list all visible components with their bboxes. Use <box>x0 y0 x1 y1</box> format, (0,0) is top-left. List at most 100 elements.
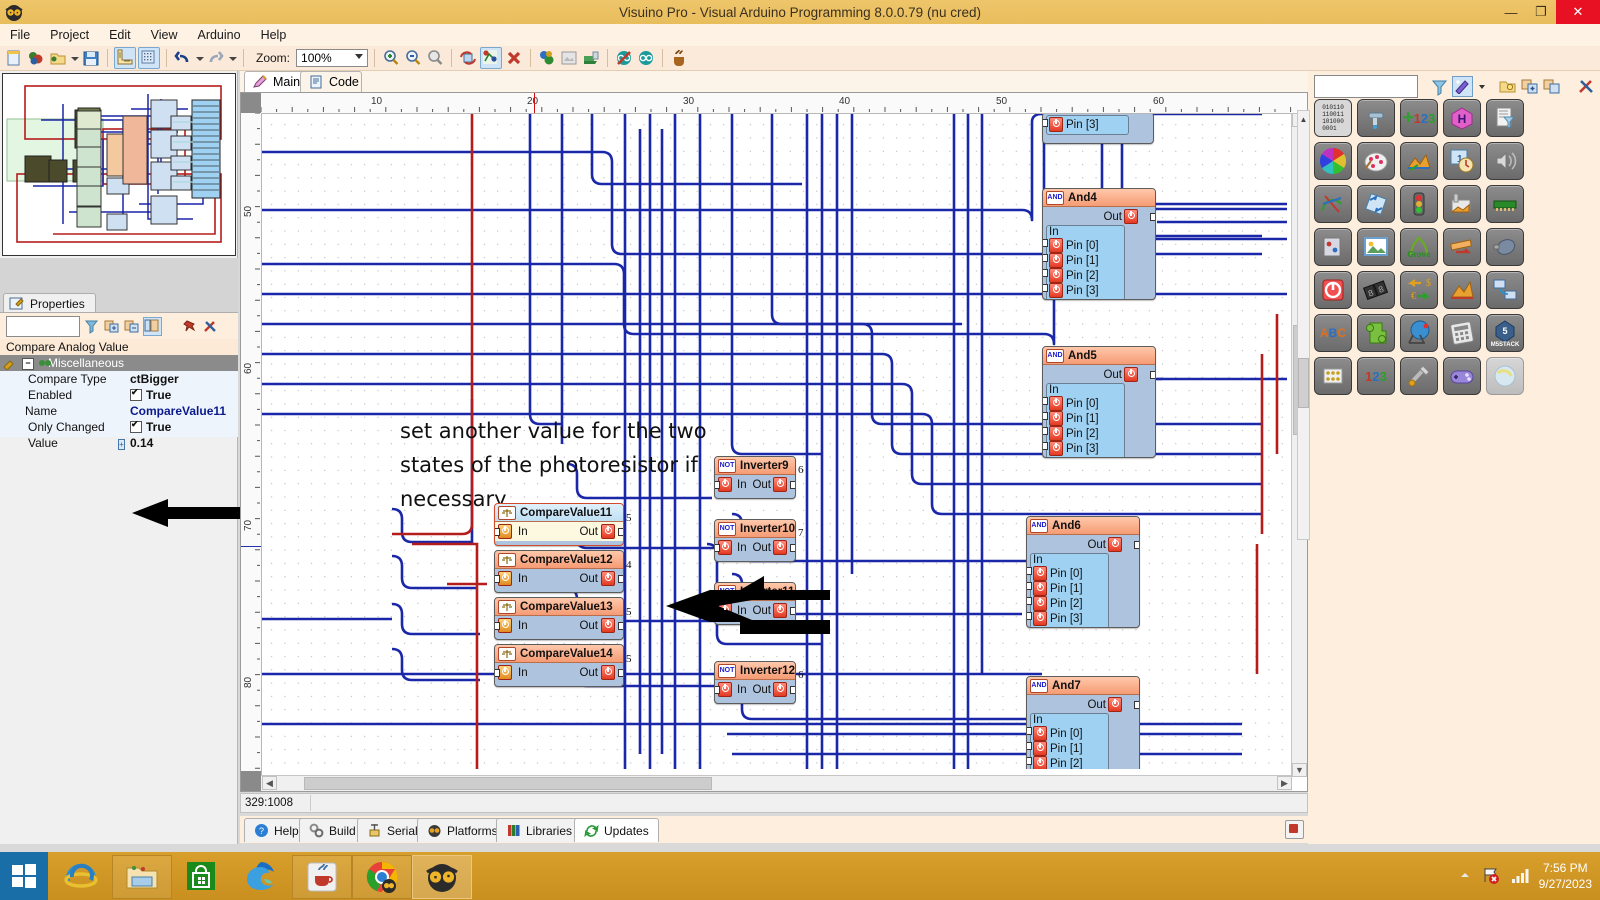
zoom-out-icon[interactable] <box>403 48 423 68</box>
palette-color-wheel-icon[interactable] <box>1314 142 1352 180</box>
collapse-all-icon[interactable] <box>123 318 140 335</box>
palette-image-icon[interactable] <box>1357 228 1395 266</box>
toolbox-search-input[interactable] <box>1314 75 1418 98</box>
out-connector[interactable] <box>1150 213 1156 221</box>
palette-telescope-icon[interactable] <box>1400 314 1438 352</box>
scroll-right-icon[interactable]: ▶ <box>1277 776 1292 790</box>
palette-convert-icon[interactable] <box>1357 185 1395 223</box>
pin-connector[interactable] <box>1026 597 1032 605</box>
out-connector[interactable] <box>618 575 624 583</box>
component-and5[interactable]: AND And5 Out In Pin [0] Pin [1] Pin [2] … <box>1042 346 1156 458</box>
maximize-button[interactable]: ❐ <box>1526 0 1556 24</box>
zoom-combobox[interactable]: 100% <box>296 49 368 67</box>
component-comparevalue11[interactable]: CompareValue11 In Out <box>494 503 624 546</box>
property-value[interactable]: CompareValue11 <box>130 404 238 418</box>
internet-explorer-icon[interactable] <box>52 855 110 897</box>
pin-connector[interactable] <box>1026 567 1032 575</box>
settings-icon[interactable] <box>202 318 219 335</box>
out-connector[interactable] <box>618 669 624 677</box>
pin-row[interactable]: Pin [2] <box>1033 596 1105 611</box>
component-output[interactable]: Out <box>1087 537 1125 552</box>
out-connector[interactable] <box>790 544 796 552</box>
in-connector[interactable] <box>494 528 500 536</box>
pin-row[interactable]: Pin [1] <box>1049 411 1121 426</box>
toolbox-scroll-thumb[interactable] <box>1298 358 1309 408</box>
pin-row[interactable]: Pin [0] <box>1033 726 1105 741</box>
arduino-disconnect-icon[interactable] <box>614 48 634 68</box>
pin-connector[interactable] <box>1042 254 1048 262</box>
pin-row[interactable]: Pin [3] <box>1049 117 1125 132</box>
property-row[interactable]: Only Changed True <box>0 419 238 435</box>
pin-route-icon[interactable] <box>480 47 502 69</box>
pin-row[interactable]: Pin [1] <box>1049 253 1121 268</box>
palette-gyro-icon[interactable] <box>1314 185 1352 223</box>
copy-component-icon[interactable] <box>1542 77 1561 96</box>
property-row[interactable]: Name CompareValue11 <box>0 403 238 419</box>
close-button[interactable]: ✕ <box>1556 0 1600 24</box>
pin-row[interactable]: Pin [1] <box>1033 741 1105 756</box>
stop-button[interactable] <box>1285 820 1304 839</box>
component-output[interactable]: Out <box>1103 209 1141 224</box>
palette-clock-icon[interactable]: 1 <box>1443 142 1481 180</box>
component-io[interactable]: In Out <box>718 477 792 492</box>
palette-chart-icon[interactable] <box>1400 142 1438 180</box>
property-value[interactable]: ctBigger <box>130 372 238 386</box>
visuino-taskbar-icon[interactable] <box>412 855 472 899</box>
pin-connector[interactable] <box>1026 582 1032 590</box>
redo-icon[interactable] <box>206 48 226 68</box>
palette-text-abc-icon[interactable]: ABC <box>1314 314 1352 352</box>
menu-item-arduino[interactable]: Arduino <box>187 26 250 44</box>
start-button[interactable] <box>0 852 48 900</box>
pin-row[interactable]: Pin [2] <box>1049 268 1121 283</box>
palette-grove-icon[interactable]: Grove <box>1400 228 1438 266</box>
component-and7[interactable]: AND And7 Out In Pin [0] Pin [1] Pin [2] … <box>1026 676 1140 769</box>
property-value[interactable]: 0.14 <box>130 436 238 450</box>
tab-libraries[interactable]: Libraries <box>496 818 582 842</box>
taskbar-clock[interactable]: 7:56 PM 9/27/2023 <box>1539 860 1592 892</box>
palette-undo-circle-icon[interactable] <box>1486 357 1524 395</box>
palette-faucet-analog-icon[interactable] <box>1357 99 1395 137</box>
coffee-icon[interactable] <box>669 48 689 68</box>
pin-connector[interactable] <box>1042 269 1048 277</box>
component-comparevalue12[interactable]: CompareValue12 In Out <box>494 550 624 593</box>
group-expander[interactable]: − <box>22 358 34 370</box>
open-project-icon[interactable] <box>26 48 46 68</box>
in-connector[interactable] <box>494 622 500 630</box>
diagram-canvas[interactable]: 10 20 30 40 50 60 50 60 70 80 <box>240 92 1308 792</box>
upload-icon[interactable] <box>581 48 601 68</box>
pin-row[interactable]: Pin [3] <box>1033 611 1105 626</box>
pin-connector[interactable] <box>1026 727 1032 735</box>
filter-icon[interactable] <box>1430 77 1449 96</box>
out-connector[interactable] <box>790 481 796 489</box>
component-and4[interactable]: AND And4 Out In Pin [0] Pin [1] Pin [2] … <box>1042 188 1156 300</box>
redo-dropdown-caret[interactable] <box>228 48 237 68</box>
new-file-icon[interactable] <box>4 48 24 68</box>
pin-row[interactable]: Pin [2] <box>1049 426 1121 441</box>
property-value[interactable]: True <box>130 420 238 434</box>
open-folder-icon[interactable] <box>1498 77 1517 96</box>
component-output[interactable]: Out <box>1103 367 1141 382</box>
component-io[interactable]: In Out <box>498 665 620 680</box>
palette-factory-icon[interactable] <box>1443 185 1481 223</box>
add-component-icon[interactable] <box>1520 77 1539 96</box>
palette-palette-icon[interactable] <box>1357 142 1395 180</box>
minimize-button[interactable]: — <box>1496 0 1526 24</box>
component-inverter10[interactable]: NOT Inverter10 In Out <box>714 519 796 562</box>
in-connector[interactable] <box>494 575 500 583</box>
component-io[interactable]: In Out <box>718 540 792 555</box>
palette-traffic-light-icon[interactable] <box>1400 185 1438 223</box>
palette-seven-segment-icon[interactable]: 88 <box>1357 271 1395 309</box>
tab-updates[interactable]: Updates <box>574 818 659 842</box>
in-connector[interactable] <box>714 544 720 552</box>
pin-connector[interactable] <box>1042 239 1048 247</box>
palette-calculator-icon[interactable] <box>1443 314 1481 352</box>
pin-row[interactable]: Pin [0] <box>1049 238 1121 253</box>
properties-search-input[interactable] <box>6 316 80 337</box>
pin-connector[interactable] <box>1026 742 1032 750</box>
component-and-partial-top[interactable]: Pin [3] <box>1042 114 1154 144</box>
property-row[interactable]: Compare Type ctBigger <box>0 371 238 387</box>
menu-item-file[interactable]: File <box>0 26 40 44</box>
network-error-icon[interactable] <box>1481 865 1501 888</box>
menu-item-project[interactable]: Project <box>40 26 99 44</box>
navigator-thumbnail[interactable] <box>2 73 236 256</box>
